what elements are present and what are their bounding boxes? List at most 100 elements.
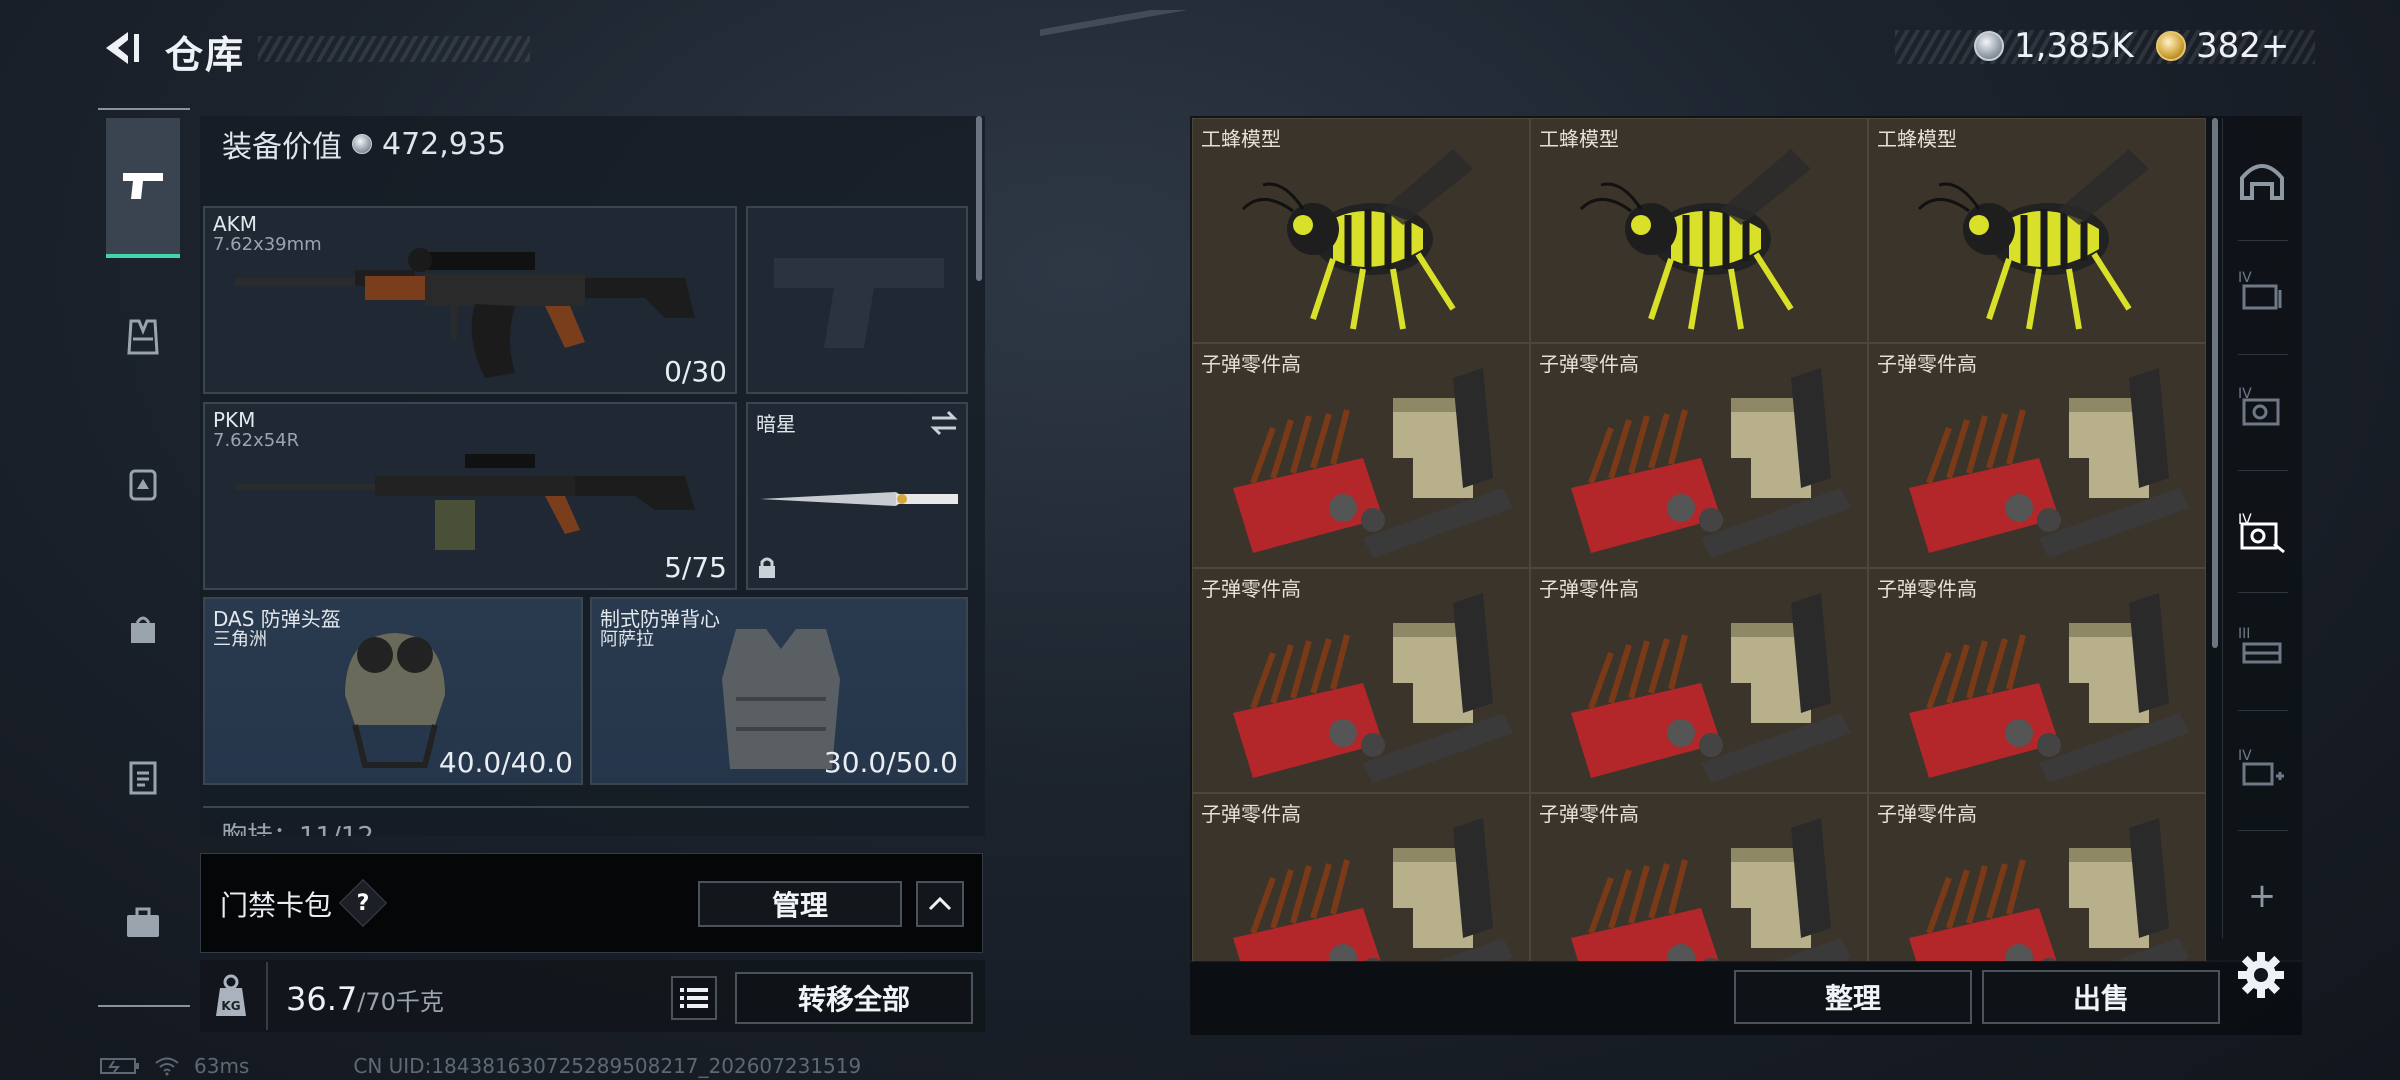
uid-text: CN UID:18438163072528950821​7_2026072315… [353, 1054, 862, 1078]
pistol-slot[interactable] [746, 206, 968, 394]
kg-weight-icon: KG [216, 974, 246, 1016]
nav-briefcase[interactable] [106, 886, 180, 960]
add-storage-button[interactable]: + [2230, 864, 2294, 928]
collapse-button[interactable] [916, 881, 964, 927]
sort-button[interactable]: 整理 [1734, 970, 1972, 1024]
bullet-parts-image [1909, 368, 2189, 558]
page-title: 仓库 [165, 33, 246, 77]
battery-icon [100, 1058, 139, 1074]
bullet-parts-image [1571, 368, 1851, 558]
storage-item-bullet-parts[interactable]: 子弹零件高 [1192, 568, 1530, 793]
weight-readout: 36.7/70千克 [286, 980, 444, 1018]
storage-item-bullet-parts[interactable]: 子弹零件高 [1530, 793, 1868, 961]
swap-icon[interactable] [928, 408, 960, 438]
item-label: 子弹零件高 [1201, 577, 1301, 601]
backpack-icon [129, 469, 157, 501]
storage-item-bullet-parts[interactable]: 子弹零件高 [1868, 793, 2206, 961]
bunker-icon [2240, 164, 2284, 200]
secondary-weapon-slot[interactable]: PKM 7.62x54R 5/75 [203, 402, 737, 590]
clipboard-icon [129, 761, 157, 795]
knife-image [760, 492, 958, 506]
armor-subtitle: 阿萨拉 [600, 629, 654, 650]
nav-storage-home[interactable] [2230, 148, 2294, 212]
item-label: 子弹零件高 [1539, 352, 1639, 376]
list-icon [680, 988, 708, 1008]
melee-slot[interactable]: 暗星 [746, 402, 968, 590]
storage-item-bullet-parts[interactable]: 子弹零件高 [1530, 568, 1868, 793]
help-icon[interactable]: ? [346, 886, 380, 920]
bee-model-image [1917, 149, 2149, 330]
transfer-all-button[interactable]: 转移全部 [735, 972, 973, 1024]
melee-name: 暗星 [756, 412, 796, 436]
storage-item-bee-model[interactable]: 工蜂模型 [1192, 118, 1530, 343]
nav-backpack-med[interactable] [106, 446, 180, 520]
item-label: 工蜂模型 [1539, 127, 1619, 151]
chevron-up-icon [928, 897, 952, 911]
item-label: 子弹零件高 [1539, 577, 1639, 601]
weight-max: /70千克 [357, 988, 444, 1016]
item-label: 工蜂模型 [1201, 127, 1281, 151]
gear-icon[interactable] [2236, 950, 2286, 1000]
storage-item-bullet-parts[interactable]: 子弹零件高 [1530, 343, 1868, 568]
bullet-parts-image [1233, 368, 1513, 558]
safe-active-icon: IV [2238, 512, 2285, 554]
tier-label: III [2238, 626, 2251, 642]
gold-currency[interactable]: 382+ [2156, 26, 2289, 66]
weapon-ammo: 5/75 [664, 551, 727, 584]
nav-storage-tier-2[interactable]: IV [2230, 378, 2294, 442]
storage-scrollbar[interactable] [2212, 118, 2218, 648]
manage-button[interactable]: 管理 [698, 881, 902, 927]
wifi-icon [155, 1057, 179, 1076]
storage-item-bullet-parts[interactable]: 子弹零件高 [1868, 343, 2206, 568]
nav-storage-tier-4[interactable]: III [2230, 618, 2294, 682]
nav-storage-tier-1[interactable]: IV [2230, 262, 2294, 326]
item-label: 子弹零件高 [1877, 352, 1977, 376]
nav-separator [2238, 830, 2288, 831]
storage-item-bullet-parts[interactable]: 子弹零件高 [1192, 793, 1530, 961]
bullet-parts-image [1233, 818, 1513, 961]
item-label: 子弹零件高 [1877, 802, 1977, 826]
nav-separator [2238, 470, 2288, 471]
sell-button[interactable]: 出售 [1982, 970, 2220, 1024]
equipment-value-label: 装备价值 [222, 130, 342, 165]
chest-rig-slot[interactable]: 胸挂：11/12 [203, 806, 969, 836]
silver-coin-icon [1974, 31, 2004, 61]
back-arrow-icon[interactable] [98, 26, 142, 70]
nav-divider-top [98, 108, 190, 110]
item-label: 子弹零件高 [1201, 802, 1301, 826]
pkm-gun-image [235, 454, 695, 550]
equipment-value: 472,935 [382, 126, 507, 162]
bullet-parts-image [1909, 593, 2189, 783]
nav-weapons[interactable] [106, 118, 180, 258]
storage-item-bee-model[interactable]: 工蜂模型 [1868, 118, 2206, 343]
equipment-scrollbar[interactable] [976, 116, 982, 281]
status-footer: 63ms CN UID:18438163072528950821​7_20260… [100, 1054, 861, 1078]
bullet-parts-image [1233, 593, 1513, 783]
weight-current: 36.7 [286, 980, 358, 1018]
armor-slot[interactable]: 制式防弹背心 阿萨拉 30.0/50.0 [590, 597, 968, 785]
nav-bag[interactable] [106, 592, 180, 666]
vest-icon [127, 319, 159, 355]
primary-weapon-slot[interactable]: AKM 7.62x39mm 0/30 [203, 206, 737, 394]
item-label: 子弹零件高 [1877, 577, 1977, 601]
nav-storage-tier-5[interactable]: IV [2230, 740, 2294, 804]
nav-storage-tier-3[interactable]: IV [2230, 500, 2294, 564]
keycard-label: 门禁卡包 [220, 889, 333, 922]
weight-divider [266, 962, 268, 1030]
list-view-button[interactable] [671, 976, 717, 1020]
item-label: 子弹零件高 [1201, 352, 1301, 376]
storage-item-bullet-parts[interactable]: 子弹零件高 [1192, 343, 1530, 568]
armor-durability: 30.0/50.0 [823, 746, 958, 779]
bullet-parts-image [1909, 818, 2189, 961]
briefcase-icon [127, 907, 159, 937]
silver-amount: 1,385K [2014, 26, 2134, 66]
storage-item-bee-model[interactable]: 工蜂模型 [1530, 118, 1868, 343]
storage-item-bullet-parts[interactable]: 子弹零件高 [1868, 568, 2206, 793]
nav-vest[interactable] [106, 300, 180, 374]
helmet-subtitle: 三角洲 [213, 629, 267, 650]
weapon-ammo: 0/30 [664, 355, 727, 388]
chest-rig-label: 胸挂：11/12 [221, 816, 374, 836]
helmet-slot[interactable]: DAS 防弹头盔 三角洲 40.0/40.0 [203, 597, 583, 785]
nav-clipboard[interactable] [106, 740, 180, 814]
tier-label: IV [2238, 270, 2252, 286]
